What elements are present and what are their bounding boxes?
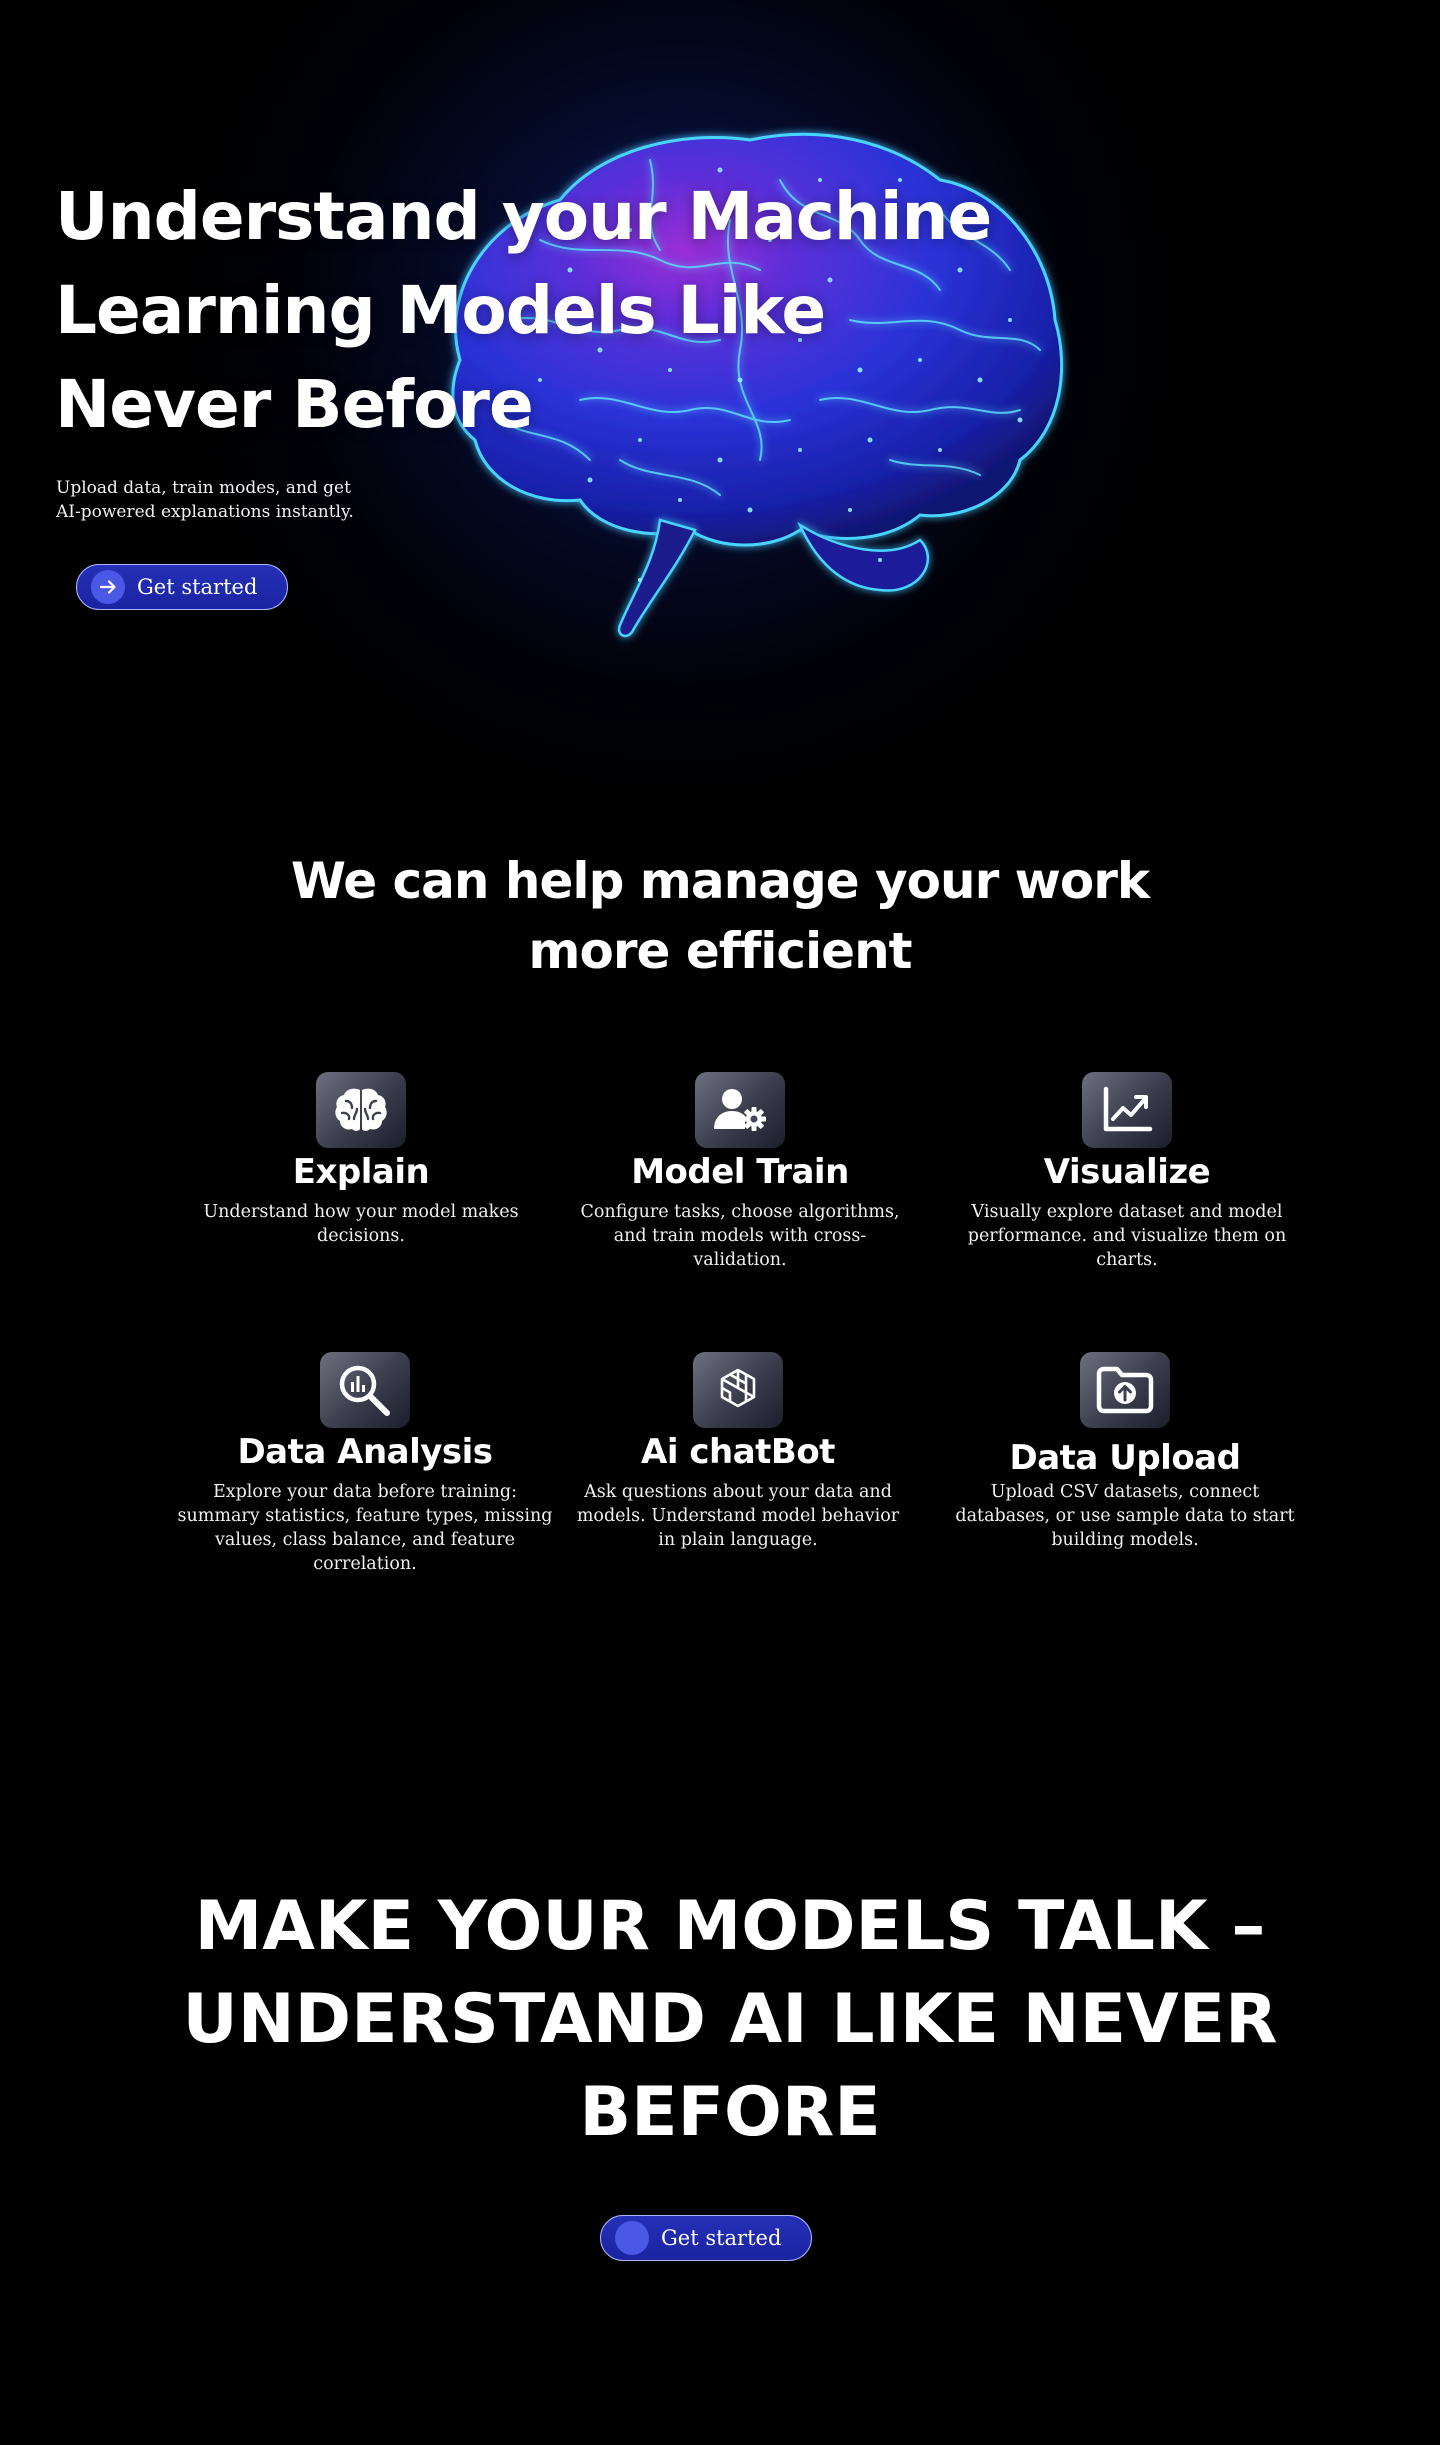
services-heading: We can help manage your work more effici… <box>0 846 1440 986</box>
feature-description: Visually explore dataset and model perfo… <box>967 1202 1287 1270</box>
feature-card-model-train: Model Train Configure tasks, choose algo… <box>550 1072 930 1272</box>
hero-section: Understand your Machine Learning Models … <box>0 0 1440 800</box>
feature-title: Visualize <box>1043 1152 1211 1192</box>
get-started-label: Get started <box>137 575 258 599</box>
feature-title: Ai chatBot <box>641 1432 835 1472</box>
button-dot-icon <box>615 2221 649 2255</box>
feature-card-explain: Explain Understand how your model makes … <box>171 1072 551 1248</box>
user-gear-icon <box>695 1072 785 1148</box>
feature-description: Understand how your model makes decision… <box>203 1202 519 1246</box>
feature-card-ai-chatbot: Ai chatBot Ask questions about your data… <box>548 1352 928 1552</box>
get-started-button-footer[interactable]: Get started <box>600 2215 812 2261</box>
feature-title: Data Analysis <box>237 1432 493 1472</box>
feature-card-visualize: Visualize Visually explore dataset and m… <box>937 1072 1317 1272</box>
feature-card-data-analysis: Data Analysis Explore your data before t… <box>175 1352 555 1576</box>
feature-description: Configure tasks, choose algorithms, and … <box>580 1202 900 1270</box>
hero-title: Understand your Machine Learning Models … <box>55 178 992 443</box>
get-started-button[interactable]: Get started <box>76 564 288 610</box>
hero-subtitle: Upload data, train modes, and get AI-pow… <box>56 478 354 522</box>
feature-description: Ask questions about your data and models… <box>576 1482 900 1550</box>
magnifier-chart-icon <box>320 1352 410 1428</box>
feature-title: Data Upload <box>1009 1438 1241 1478</box>
get-started-label: Get started <box>661 2226 782 2250</box>
line-chart-icon <box>1082 1072 1172 1148</box>
feature-card-data-upload: Data Upload Upload CSV datasets, connect… <box>935 1352 1315 1552</box>
openai-knot-icon <box>693 1352 783 1428</box>
feature-description: Explore your data before training: summa… <box>177 1482 553 1574</box>
feature-title: Explain <box>292 1152 430 1192</box>
services-heading-line2: more efficient <box>528 922 912 980</box>
landing-page: Understand your Machine Learning Models … <box>0 0 1440 2445</box>
feature-title: Model Train <box>631 1152 849 1192</box>
services-heading-line1: We can help manage your work <box>290 852 1150 910</box>
folder-upload-icon <box>1080 1352 1170 1428</box>
brain-icon <box>316 1072 406 1148</box>
arrow-right-icon <box>91 570 125 604</box>
closing-tagline: MAKE YOUR MODELS TALK – UNDERSTAND AI LI… <box>182 1887 1278 2152</box>
feature-description: Upload CSV datasets, connect databases, … <box>955 1482 1295 1550</box>
